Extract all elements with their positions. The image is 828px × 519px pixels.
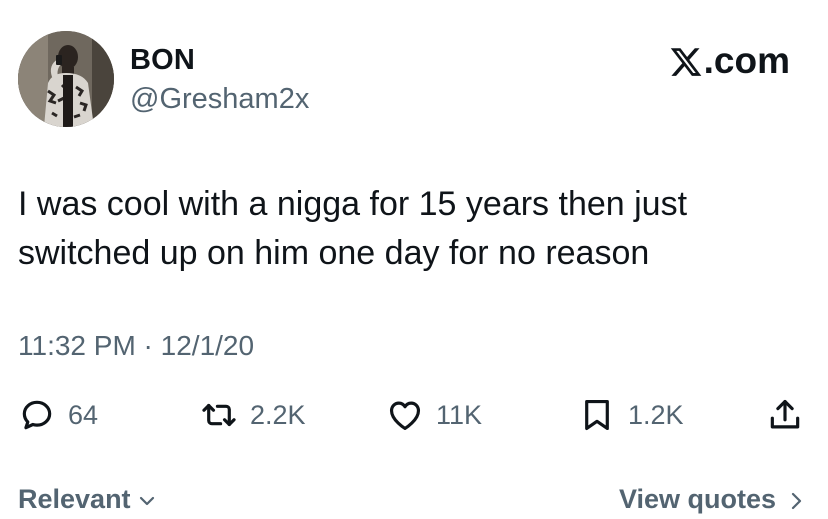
bookmark-icon — [585, 399, 609, 431]
heart-icon — [389, 401, 421, 431]
user-handle[interactable]: @Gresham2x — [130, 83, 309, 116]
avatar[interactable] — [18, 31, 114, 127]
chevron-down-icon — [139, 496, 154, 506]
share-icon — [770, 399, 800, 429]
x-logo-icon — [670, 48, 701, 76]
like-button[interactable]: 11K — [386, 392, 482, 438]
sort-label: Relevant — [18, 484, 131, 514]
chevron-right-icon — [791, 492, 802, 509]
retweet-count: 2.2K — [250, 399, 306, 430]
retweet-button[interactable]: 2.2K — [200, 392, 306, 438]
reply-count: 64 — [68, 399, 99, 430]
reply-icon — [22, 400, 52, 430]
brand-domain: .com — [703, 40, 790, 81]
tweet-text: I was cool with a nigga for 15 years the… — [18, 185, 688, 272]
action-bar: 64 2.2K 11K 1.2K — [18, 392, 810, 438]
tweet-timestamp[interactable]: 11:32 PM · 12/1/20 — [18, 330, 254, 362]
view-quotes-link[interactable]: View quotes — [619, 484, 806, 515]
sort-relevant-dropdown[interactable]: Relevant — [18, 484, 157, 515]
like-count: 11K — [436, 399, 483, 430]
display-name[interactable]: BON — [130, 44, 195, 77]
bookmark-button[interactable]: 1.2K — [578, 392, 684, 438]
brand-logo: .com — [669, 40, 790, 82]
reply-button[interactable]: 64 — [18, 392, 98, 438]
profile-photo — [18, 31, 114, 127]
retweet-icon — [202, 403, 236, 427]
share-button[interactable] — [766, 392, 804, 438]
tweet-card: BON @Gresham2x .com I was cool with a ni… — [0, 0, 828, 519]
view-quotes-label: View quotes — [618, 484, 776, 514]
bookmark-count: 1.2K — [628, 399, 684, 430]
